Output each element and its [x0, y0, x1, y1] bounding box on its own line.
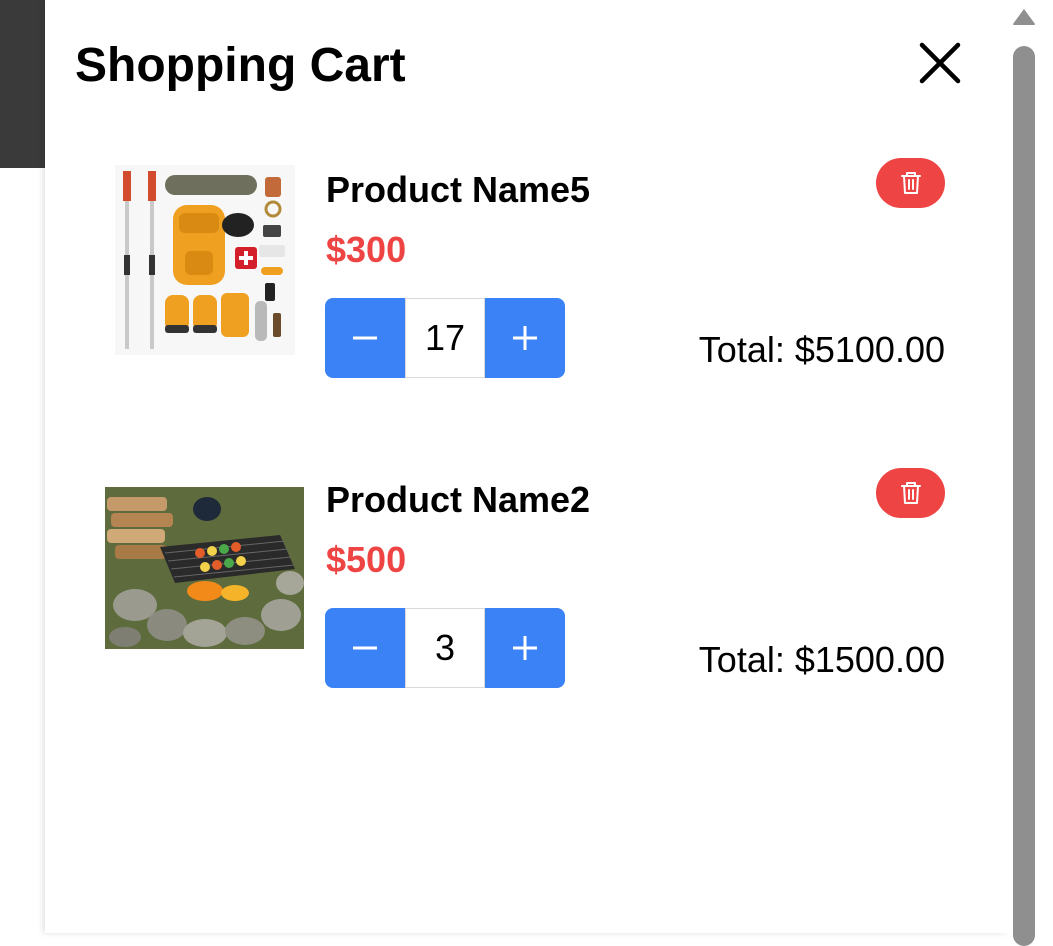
increment-button[interactable]: [485, 298, 565, 378]
decrement-button[interactable]: [325, 298, 405, 378]
cart-title: Shopping Cart: [75, 39, 406, 92]
scroll-up-button[interactable]: [1012, 8, 1036, 26]
page-backdrop-lower: [0, 168, 45, 933]
item-total: Total: $5100.00: [698, 329, 945, 370]
delete-item-button[interactable]: [876, 468, 945, 518]
product-price: $300: [326, 229, 407, 270]
product-price: $500: [326, 539, 407, 580]
delete-item-button[interactable]: [876, 158, 945, 208]
product-image: [115, 165, 295, 355]
item-total: Total: $1500.00: [698, 639, 945, 680]
trash-icon: [900, 482, 921, 504]
close-cart-button[interactable]: [911, 36, 969, 94]
page-backdrop: [0, 0, 45, 168]
minus-icon: [353, 336, 377, 340]
quantity-stepper: [325, 298, 565, 378]
product-name: Product Name5: [326, 169, 591, 210]
cart-item: Product Name2 $500 3 Total: $1500.00: [45, 460, 1007, 700]
close-icon: [919, 42, 961, 84]
scroll-up-arrow-icon: [1013, 9, 1035, 25]
increment-button[interactable]: [485, 608, 565, 688]
quantity-input[interactable]: [405, 298, 485, 378]
minus-icon: [353, 646, 377, 650]
cart-item: Product Name5 $300 17 Total: $5100.00: [45, 150, 1007, 390]
product-name: Product Name2: [326, 479, 591, 520]
cart-drawer: Shopping Cart Product Name5 $300 17 Tota…: [45, 0, 1007, 933]
quantity-input[interactable]: [405, 608, 485, 688]
plus-icon: [513, 326, 537, 350]
plus-icon: [513, 636, 537, 660]
scrollbar-thumb[interactable]: [1013, 46, 1035, 946]
decrement-button[interactable]: [325, 608, 405, 688]
quantity-stepper: [325, 608, 565, 688]
trash-icon: [900, 172, 921, 194]
product-image: [105, 487, 304, 649]
